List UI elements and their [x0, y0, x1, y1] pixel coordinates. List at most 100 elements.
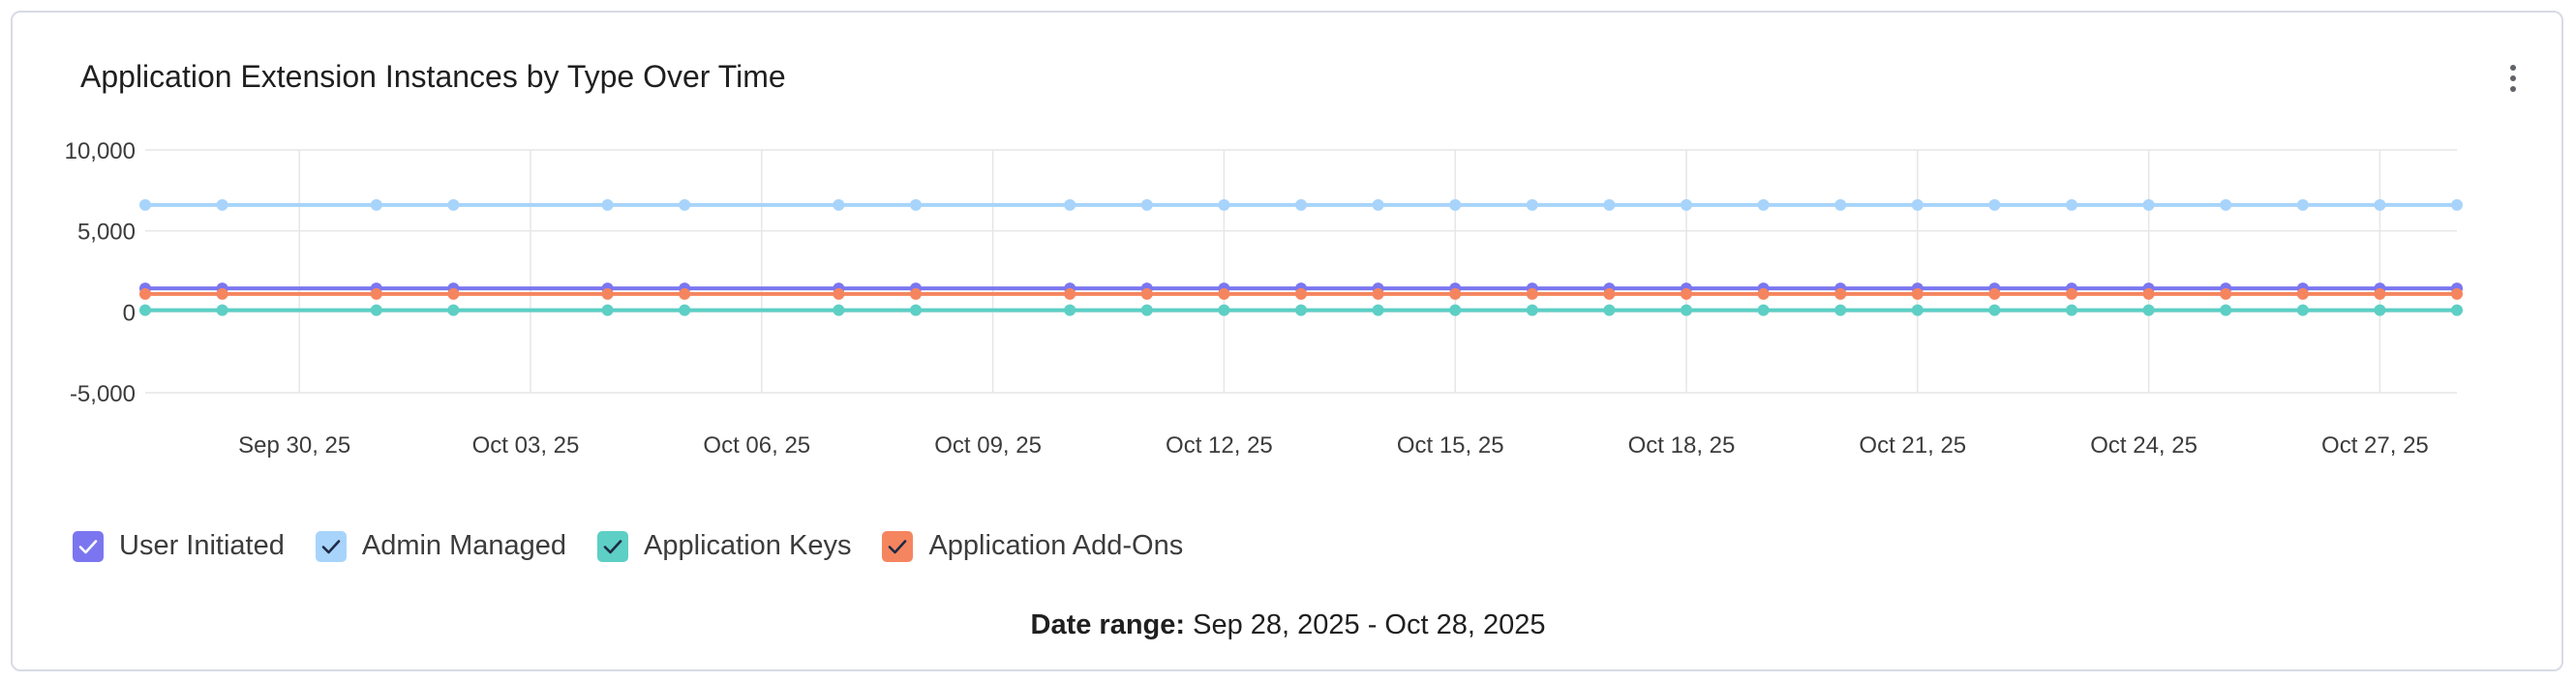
legend-label: Application Keys: [644, 530, 852, 561]
data-point: [1526, 198, 1538, 211]
data-point: [1449, 304, 1462, 316]
data-point: [216, 287, 228, 300]
x-tick-label: Sep 30, 25: [238, 432, 350, 459]
x-tick-label: Oct 21, 25: [1859, 432, 1966, 459]
data-point: [139, 287, 151, 300]
y-tick-label: 0: [123, 300, 136, 326]
data-point: [1603, 304, 1616, 316]
data-point: [1681, 304, 1692, 316]
y-tick-label: 10,000: [65, 138, 136, 164]
data-point: [910, 304, 922, 316]
data-point: [216, 198, 228, 211]
data-point: [2220, 198, 2232, 211]
data-point: [1681, 287, 1692, 300]
x-tick-label: Oct 03, 25: [472, 432, 580, 459]
data-point: [1140, 304, 1153, 316]
legend-item[interactable]: Application Keys: [597, 530, 851, 562]
data-point: [370, 304, 382, 316]
data-point: [679, 304, 691, 316]
legend-item[interactable]: User Initiated: [73, 530, 285, 562]
legend-label: User Initiated: [119, 530, 285, 561]
data-point: [2296, 304, 2309, 316]
data-point: [2220, 287, 2232, 300]
data-point: [601, 198, 614, 211]
data-point: [1372, 304, 1384, 316]
legend-item[interactable]: Admin Managed: [315, 530, 566, 562]
data-point: [833, 198, 845, 211]
data-point: [2296, 198, 2309, 211]
data-point: [2374, 198, 2386, 211]
check-icon: [882, 530, 914, 562]
data-point: [833, 304, 845, 316]
data-point: [1757, 304, 1770, 316]
data-point: [1449, 198, 1462, 211]
data-point: [910, 287, 922, 300]
data-point: [1757, 287, 1770, 300]
data-point: [370, 287, 382, 300]
date-range-value: Sep 28, 2025 - Oct 28, 2025: [1193, 609, 1546, 640]
data-point: [370, 198, 382, 211]
date-range: Date range: Sep 28, 2025 - Oct 28, 2025: [0, 609, 2576, 641]
y-tick-label: 5,000: [77, 220, 136, 246]
data-point: [1911, 198, 1924, 211]
data-point: [2374, 304, 2386, 316]
data-point: [1681, 198, 1692, 211]
data-point: [2142, 198, 2155, 211]
data-point: [2374, 287, 2386, 300]
data-point: [1911, 304, 1924, 316]
data-point: [2142, 287, 2155, 300]
data-point: [2220, 304, 2232, 316]
data-point: [2066, 304, 2077, 316]
data-point: [1218, 304, 1230, 316]
x-tick-label: Oct 15, 25: [1397, 432, 1504, 459]
date-range-label: Date range:: [1030, 609, 1186, 640]
data-point: [1372, 198, 1384, 211]
data-point: [1526, 287, 1538, 300]
data-point: [1834, 287, 1847, 300]
data-point: [2451, 198, 2463, 211]
x-tick-label: Oct 06, 25: [703, 432, 810, 459]
data-point: [139, 198, 151, 211]
legend-label: Application Add-Ons: [928, 530, 1184, 561]
data-point: [601, 304, 614, 316]
data-point: [2296, 287, 2309, 300]
data-point: [447, 287, 460, 300]
x-tick-label: Oct 24, 25: [2090, 432, 2197, 459]
data-point: [139, 304, 151, 316]
check-icon: [315, 530, 347, 562]
data-point: [1988, 287, 2001, 300]
check-icon: [597, 530, 629, 562]
data-point: [1757, 198, 1770, 211]
data-point: [1449, 287, 1462, 300]
data-point: [216, 304, 228, 316]
data-point: [601, 287, 614, 300]
data-point: [447, 198, 460, 211]
data-point: [679, 287, 691, 300]
data-point: [1603, 287, 1616, 300]
data-point: [2451, 304, 2463, 316]
line-chart: 10,000 5,000 0 -5,000 Sep 30, 25 Oct 03, 25 Oc…: [65, 138, 2463, 459]
data-point: [1140, 287, 1153, 300]
data-point: [2066, 198, 2077, 211]
data-point: [1603, 198, 1616, 211]
data-point: [2066, 287, 2077, 300]
data-point: [1526, 304, 1538, 316]
data-point: [2451, 287, 2463, 300]
data-point: [833, 287, 845, 300]
data-point: [1064, 198, 1076, 211]
data-point: [1218, 198, 1230, 211]
data-point: [910, 198, 922, 211]
x-tick-label: Oct 12, 25: [1166, 432, 1273, 459]
data-point: [679, 198, 691, 211]
data-point: [1372, 287, 1384, 300]
x-tick-label: Oct 18, 25: [1628, 432, 1736, 459]
x-tick-label: Oct 27, 25: [2321, 432, 2429, 459]
chart-legend: User Initiated Admin Managed Application K…: [73, 530, 1214, 562]
data-point: [1064, 304, 1076, 316]
legend-item[interactable]: Application Add-Ons: [882, 530, 1183, 562]
y-tick-label: -5,000: [70, 381, 136, 407]
data-point: [1988, 304, 2001, 316]
data-point: [1064, 287, 1076, 300]
data-point: [1140, 198, 1153, 211]
data-point: [1295, 287, 1307, 300]
